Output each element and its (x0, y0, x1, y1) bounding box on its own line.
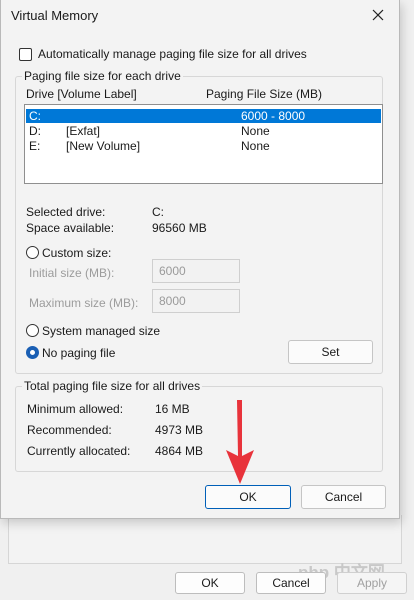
currently-allocated-label: Currently allocated: (27, 444, 131, 458)
recommended-label: Recommended: (27, 423, 112, 437)
selected-drive-label: Selected drive: (26, 205, 106, 219)
background-panel (8, 515, 402, 564)
selected-drive-value: C: (152, 205, 164, 219)
maximum-size-label: Maximum size (MB): (29, 296, 139, 310)
drive-volume-label: [Exfat] (66, 124, 101, 138)
background-apply-button: Apply (337, 572, 407, 594)
minimum-allowed-value: 16 MB (155, 402, 190, 416)
drive-list[interactable]: C: 6000 - 8000 D: [Exfat] None E: [New V… (24, 104, 383, 184)
background-ok-button[interactable]: OK (175, 572, 245, 594)
drive-letter: D: (29, 124, 41, 138)
drive-column-header: Drive [Volume Label] (26, 87, 137, 101)
close-button[interactable] (365, 2, 391, 28)
drive-paging-size: 6000 - 8000 (241, 109, 306, 123)
custom-size-radio[interactable] (26, 246, 39, 259)
annotation-arrow (218, 398, 260, 488)
auto-manage-checkbox[interactable] (19, 47, 32, 61)
arrow-down-icon (226, 400, 254, 484)
size-column-header: Paging File Size (MB) (206, 87, 323, 101)
no-paging-radio[interactable] (26, 346, 39, 359)
maximum-size-input: 8000 (152, 289, 240, 313)
initial-size-input: 6000 (152, 259, 240, 283)
drive-letter: E: (29, 139, 41, 153)
drive-volume-label: [New Volume] (66, 139, 141, 153)
system-managed-radio[interactable] (26, 324, 39, 337)
drive-letter: C: (29, 109, 41, 123)
drive-paging-size: None (241, 139, 270, 153)
set-button[interactable]: Set (288, 340, 373, 364)
close-icon (372, 9, 384, 21)
drive-paging-size: None (241, 124, 270, 138)
auto-manage-label: Automatically manage paging file size fo… (38, 47, 307, 61)
auto-manage-checkbox-row[interactable]: Automatically manage paging file size fo… (19, 47, 307, 61)
space-available-value: 96560 MB (152, 221, 207, 235)
virtual-memory-dialog: Virtual Memory Automatically manage pagi… (0, 0, 400, 519)
currently-allocated-value: 4864 MB (155, 444, 204, 458)
minimum-allowed-label: Minimum allowed: (27, 402, 124, 416)
drive-row-e[interactable]: E: [New Volume] None (26, 139, 381, 153)
background-cancel-button[interactable]: Cancel (256, 572, 326, 594)
no-paging-label: No paging file (42, 346, 116, 360)
drive-row-c[interactable]: C: 6000 - 8000 (26, 109, 381, 123)
system-managed-label: System managed size (42, 324, 161, 338)
space-available-label: Space available: (26, 221, 115, 235)
initial-size-label: Initial size (MB): (29, 266, 115, 280)
ok-button[interactable]: OK (205, 485, 291, 509)
cancel-button[interactable]: Cancel (301, 485, 386, 509)
drive-row-d[interactable]: D: [Exfat] None (26, 124, 381, 138)
dialog-title: Virtual Memory (11, 8, 99, 23)
custom-size-label: Custom size: (42, 246, 112, 260)
total-group-label: Total paging file size for all drives (22, 379, 203, 393)
recommended-value: 4973 MB (155, 423, 204, 437)
title-bar: Virtual Memory (1, 0, 399, 32)
paging-group-label: Paging file size for each drive (22, 69, 183, 83)
